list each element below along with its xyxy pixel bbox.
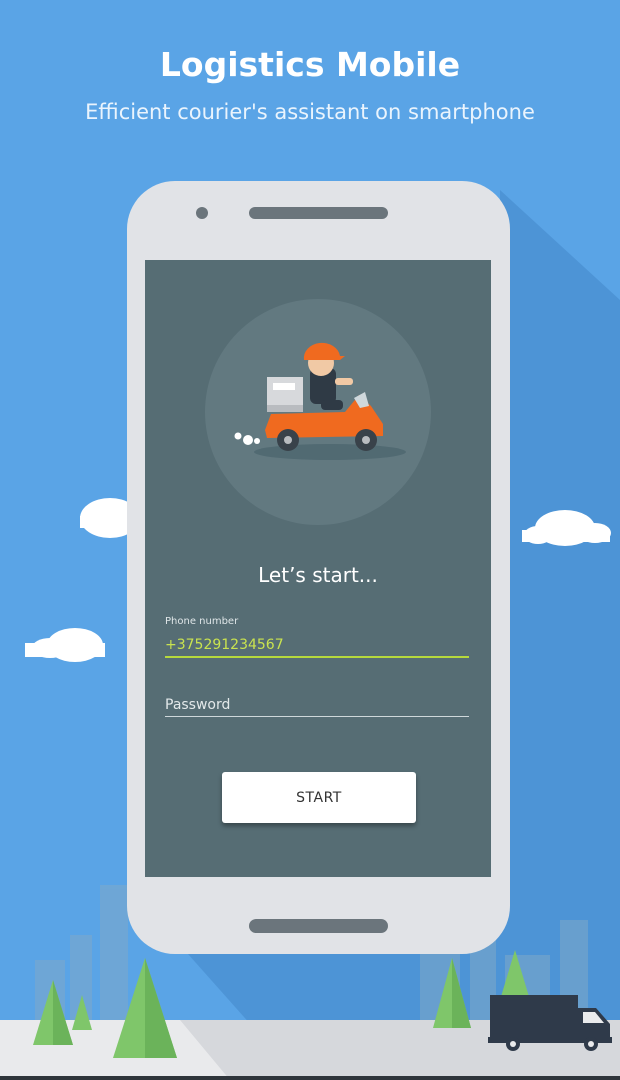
app-promo-screen: Logistics Mobile Efficient courier's ass… [0, 0, 620, 1080]
home-bar [249, 919, 388, 933]
delivery-truck-icon [488, 995, 612, 1051]
courier-scooter-icon [205, 299, 431, 525]
start-button[interactable]: START [222, 772, 416, 823]
app-subtitle: Efficient courier's assistant on smartph… [85, 100, 535, 124]
speaker-slot [249, 207, 388, 219]
phone-number-label: Phone number [165, 616, 239, 627]
phone-number-input[interactable] [165, 634, 469, 658]
app-title: Logistics Mobile [159, 45, 461, 84]
login-heading: Let’s start... [258, 563, 378, 587]
camera-dot [196, 207, 208, 219]
password-input[interactable] [165, 694, 469, 717]
